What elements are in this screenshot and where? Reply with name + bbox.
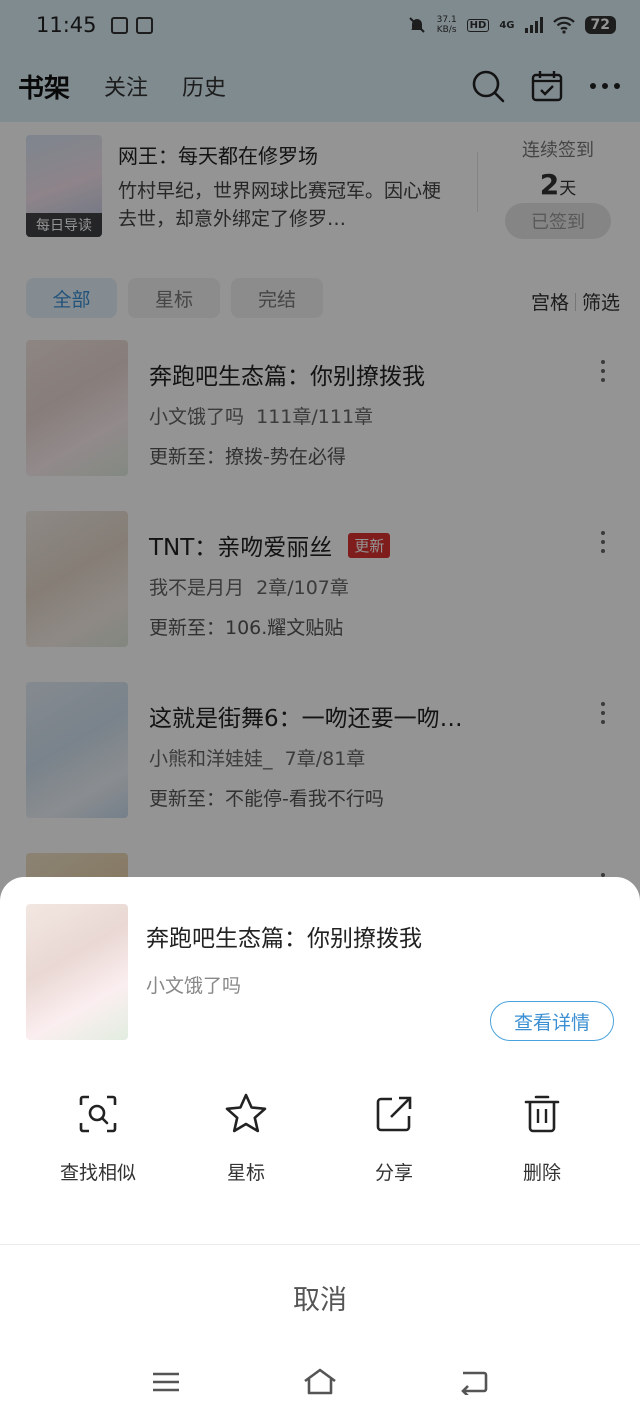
trash-icon bbox=[520, 1092, 564, 1136]
search-similar-icon bbox=[76, 1092, 120, 1136]
find-similar-label: 查找相似 bbox=[59, 1162, 136, 1184]
delete-button[interactable]: 删除 bbox=[468, 1092, 616, 1185]
book-action-sheet: 奔跑吧生态篇：你别撩拨我 小文饿了吗 查看详情 查找相似 星标 分享 删除 取消 bbox=[0, 877, 640, 1422]
sheet-book-title: 奔跑吧生态篇：你别撩拨我 bbox=[146, 926, 422, 952]
view-details-button[interactable]: 查看详情 bbox=[490, 1001, 614, 1041]
star-button[interactable]: 星标 bbox=[172, 1092, 320, 1185]
system-nav-bar bbox=[0, 1357, 640, 1407]
back-icon[interactable] bbox=[459, 1369, 489, 1395]
delete-label: 删除 bbox=[522, 1162, 561, 1184]
find-similar-button[interactable]: 查找相似 bbox=[24, 1092, 172, 1185]
home-icon[interactable] bbox=[302, 1367, 338, 1397]
sheet-actions: 查找相似 星标 分享 删除 bbox=[0, 1092, 640, 1202]
share-button[interactable]: 分享 bbox=[320, 1092, 468, 1185]
cancel-button[interactable]: 取消 bbox=[0, 1262, 640, 1332]
menu-icon[interactable] bbox=[151, 1370, 181, 1394]
share-icon bbox=[372, 1092, 416, 1136]
sheet-divider bbox=[0, 1244, 640, 1245]
sheet-book-cover bbox=[26, 904, 128, 1040]
star-icon bbox=[224, 1092, 268, 1136]
share-label: 分享 bbox=[374, 1162, 413, 1184]
star-label: 星标 bbox=[226, 1162, 265, 1184]
sheet-book-author: 小文饿了吗 bbox=[146, 975, 242, 997]
